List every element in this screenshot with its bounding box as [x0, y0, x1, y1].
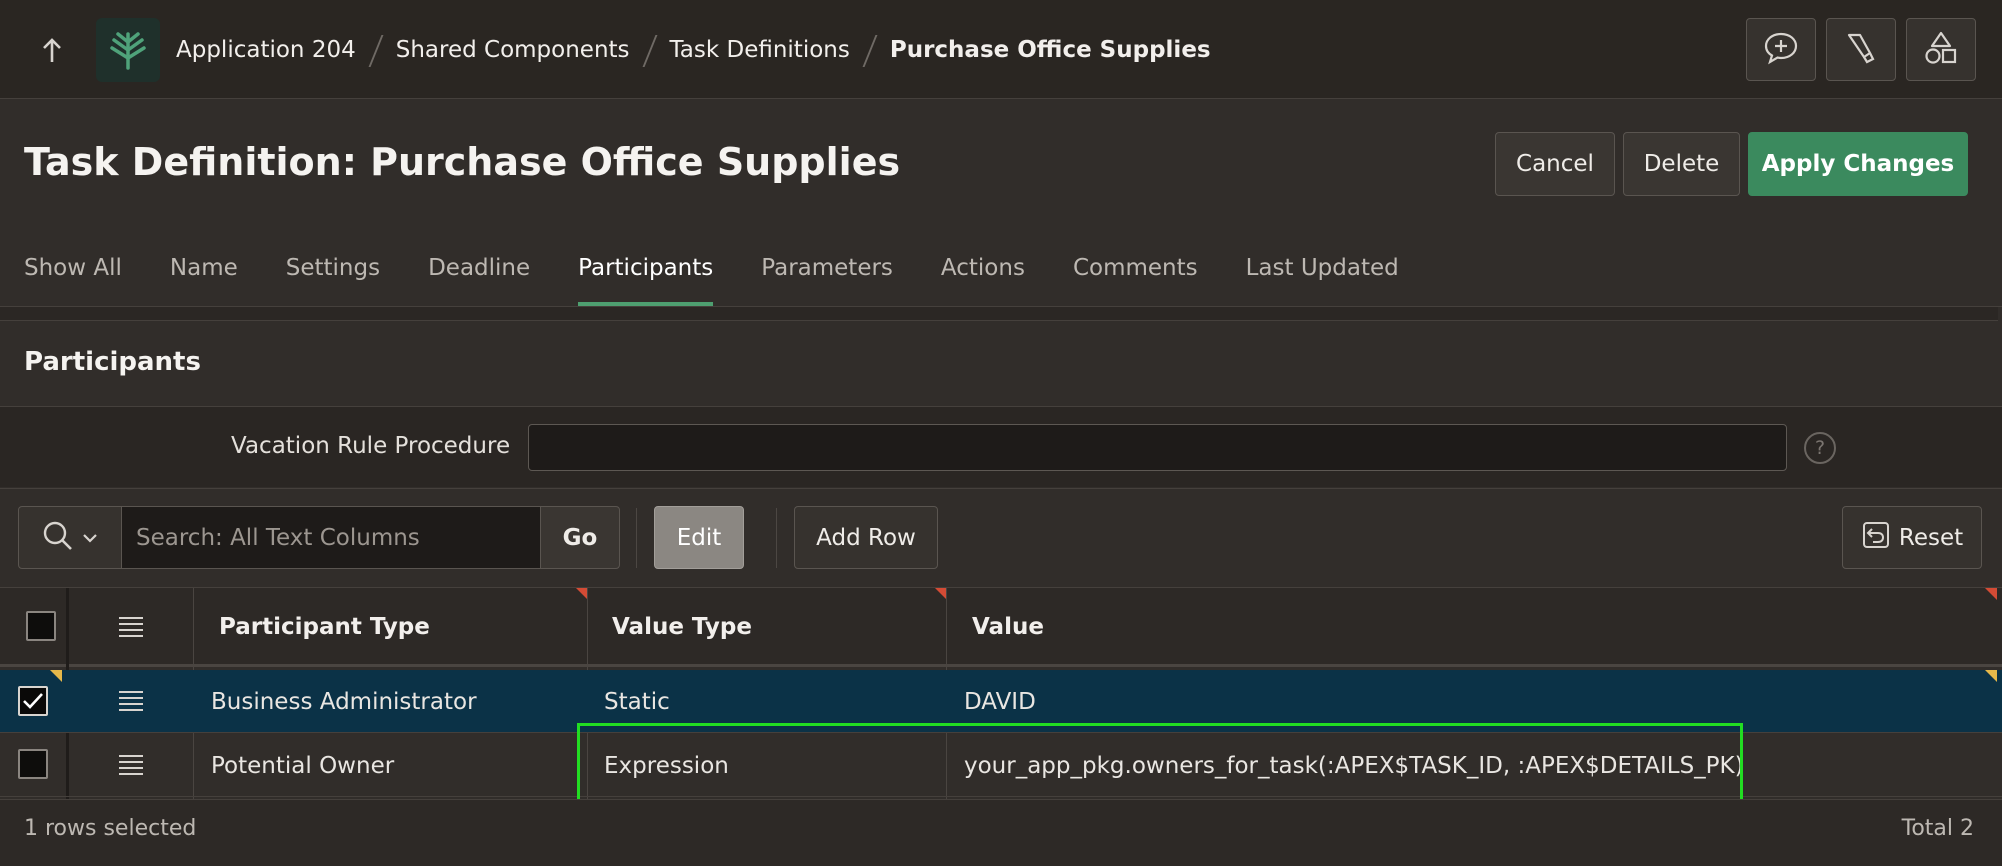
breadcrumb-task-definitions[interactable]: Task Definitions [670, 37, 850, 63]
breadcrumb-separator [368, 33, 384, 67]
toolbar-separator [636, 508, 637, 568]
changed-row-flag [50, 670, 62, 682]
highlight-box [577, 723, 1743, 803]
breadcrumb-separator [862, 33, 878, 67]
vacation-rule-label: Vacation Rule Procedure [231, 433, 511, 459]
tab-settings[interactable]: Settings [286, 250, 380, 306]
check-icon [23, 693, 43, 709]
tab-bar: Show All Name Settings Deadline Particip… [24, 250, 1399, 306]
row-actions-icon[interactable] [118, 690, 144, 712]
changed-row-flag [1985, 670, 1997, 682]
delete-button[interactable]: Delete [1623, 132, 1740, 196]
reset-icon [1861, 520, 1891, 556]
brush-icon [1844, 31, 1878, 69]
shared-components-button[interactable] [1826, 18, 1896, 81]
grid-footer [0, 799, 2002, 866]
shapes-button[interactable] [1906, 18, 1976, 81]
tab-comments[interactable]: Comments [1073, 250, 1198, 306]
breadcrumb: Application 204 Shared Components Task D… [176, 30, 1211, 70]
reset-label: Reset [1898, 524, 1964, 551]
tab-actions[interactable]: Actions [941, 250, 1025, 306]
up-arrow-icon[interactable] [30, 29, 74, 73]
page-title: Task Definition: Purchase Office Supplie… [24, 140, 901, 184]
tabs-gap [0, 307, 1998, 321]
tab-deadline[interactable]: Deadline [428, 250, 530, 306]
column-header-participant-type[interactable]: Participant Type [219, 587, 430, 667]
select-all-checkbox[interactable] [26, 611, 56, 641]
cell-participant-type[interactable]: Potential Owner [211, 734, 394, 797]
search-column-selector[interactable] [18, 506, 122, 569]
cancel-button[interactable]: Cancel [1495, 132, 1615, 196]
column-menu-icon[interactable] [118, 616, 144, 638]
breadcrumb-shared-components[interactable]: Shared Components [396, 37, 630, 63]
search-icon [42, 520, 74, 556]
tab-show-all[interactable]: Show All [24, 250, 122, 306]
row-checkbox[interactable] [18, 686, 48, 716]
toolbar-separator [776, 508, 777, 568]
selection-count: 1 rows selected [24, 816, 197, 841]
breadcrumb-separator [642, 33, 658, 67]
tab-last-updated[interactable]: Last Updated [1246, 250, 1399, 306]
breadcrumb-current: Purchase Office Supplies [889, 37, 1211, 63]
go-button[interactable]: Go [540, 506, 620, 569]
search-input[interactable] [121, 506, 541, 569]
tab-name[interactable]: Name [170, 250, 238, 306]
cell-participant-type[interactable]: Business Administrator [211, 670, 477, 733]
column-header-value-type[interactable]: Value Type [612, 587, 752, 667]
edit-button[interactable]: Edit [654, 506, 744, 569]
total-count: Total 2 [1901, 816, 1974, 841]
required-flag [1985, 588, 1997, 600]
chevron-down-icon [82, 528, 98, 547]
feedback-button[interactable] [1746, 18, 1816, 81]
app-logo-icon[interactable] [96, 18, 160, 82]
reset-button[interactable]: Reset [1842, 506, 1982, 569]
region-title: Participants [24, 347, 201, 377]
add-row-button[interactable]: Add Row [794, 506, 938, 569]
vacation-rule-input[interactable] [528, 424, 1787, 471]
tab-parameters[interactable]: Parameters [761, 250, 893, 306]
shapes-icon [1923, 31, 1959, 69]
row-checkbox[interactable] [18, 749, 48, 779]
tab-participants[interactable]: Participants [578, 250, 714, 306]
chat-plus-icon [1763, 31, 1799, 69]
breadcrumb-application[interactable]: Application 204 [176, 37, 356, 63]
apply-changes-button[interactable]: Apply Changes [1748, 132, 1968, 196]
column-header-value[interactable]: Value [972, 587, 1044, 667]
help-icon[interactable]: ? [1804, 432, 1836, 464]
row-actions-icon[interactable] [118, 754, 144, 776]
